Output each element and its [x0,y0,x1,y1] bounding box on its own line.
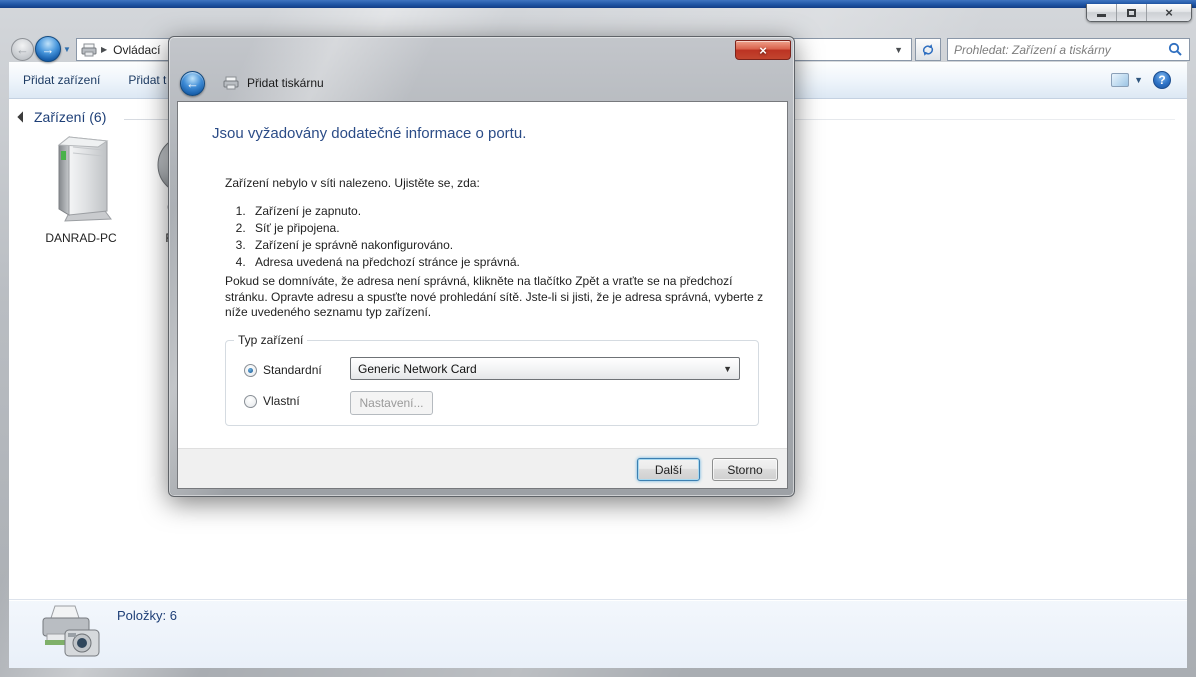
printer-breadcrumb-icon [81,43,97,56]
settings-button: Nastavení... [350,391,433,415]
search-box[interactable] [947,38,1190,61]
dialog-heading: Jsou vyžadovány dodatečné informace o po… [212,125,527,142]
devices-group-label: Zařízení (6) [34,109,107,125]
maximize-icon [1127,8,1136,17]
dialog-close-button[interactable]: × [735,40,791,60]
search-input[interactable] [954,42,1168,57]
toolbar-right-group: ▼ ? [1111,71,1187,89]
radio-standard[interactable] [244,363,257,377]
details-pane: Položky: 6 [9,599,1187,668]
dialog-close-icon: × [759,42,767,58]
printer-camera-icon [35,604,105,669]
address-dropdown-icon[interactable]: ▼ [894,45,907,55]
next-button[interactable]: Další [637,458,700,481]
collapse-triangle-icon [17,111,29,123]
dialog-body: Jsou vyžadovány dodatečné informace o po… [177,101,788,489]
device-type-combobox-value: Generic Network Card [358,361,477,376]
back-arrow-icon: ← [16,42,29,57]
minimize-button[interactable] [1087,4,1117,21]
close-button[interactable]: × [1147,4,1191,21]
refresh-button[interactable] [915,38,941,61]
dialog-footer: Další Storno [178,448,787,488]
radio-standard-row[interactable]: Standardní [244,363,322,377]
dialog-paragraph: Pokud se domníváte, že adresa není správ… [225,274,764,319]
dialog-back-arrow-icon: ← [186,75,199,91]
views-dropdown-icon: ▼ [1134,75,1143,85]
devices-group-header[interactable]: Zařízení (6) [17,109,107,125]
caption-button-group: × [1086,4,1192,22]
refresh-icon [922,43,934,56]
device-item-danrad-pc[interactable]: DANRAD-PC [33,133,129,245]
radio-standard-label[interactable]: Standardní [263,363,322,377]
device-label: DANRAD-PC [45,231,117,245]
back-button[interactable]: ← [11,38,34,61]
dialog-checklist: Zařízení je zapnuto. Síť je připojena. Z… [229,204,520,272]
device-type-combobox[interactable]: Generic Network Card ▼ [350,357,740,380]
item-count: Položky: 6 [117,608,177,623]
breadcrumb-item[interactable]: Ovládací [113,43,160,57]
add-printer-dialog: × ← Přidat tiskárnu Jsou vyžadovány doda… [168,36,795,497]
forward-arrow-icon: → [41,41,55,57]
checklist-item: Síť je připojena. [249,221,520,235]
window-top-edge [0,0,1196,8]
checklist-item: Zařízení je zapnuto. [249,204,520,218]
dialog-header: ← Přidat tiskárnu [169,65,794,101]
cancel-button[interactable]: Storno [712,458,778,481]
search-icon[interactable] [1168,42,1183,57]
toolbar-add-device[interactable]: Přidat zařízení [9,68,114,92]
change-view-button[interactable]: ▼ [1111,73,1143,87]
help-icon: ? [1158,73,1166,87]
dialog-back-button[interactable]: ← [180,70,205,96]
chevron-down-icon[interactable]: ▼ [723,364,732,374]
minimize-icon [1097,14,1106,17]
computer-tower-icon [57,135,112,222]
recent-pages-dropdown[interactable]: ▼ [63,45,71,54]
checklist-item: Zařízení je správně nakonfigurováno. [249,238,520,252]
device-type-groupbox: Typ zařízení Standardní Generic Network … [225,333,759,426]
radio-custom-row[interactable]: Vlastní [244,394,300,408]
dialog-intro-text: Zařízení nebylo v síti nalezeno. Ujistět… [225,176,480,190]
checklist-item: Adresa uvedená na předchozí stránce je s… [249,255,520,269]
help-button[interactable]: ? [1153,71,1171,89]
radio-custom[interactable] [244,394,257,408]
maximize-button[interactable] [1117,4,1147,21]
device-type-groupbox-label: Typ zařízení [234,333,308,347]
devices-and-printers-window: × ← → ▼ ▶ Ovládací ▼ Přida [0,0,1196,677]
views-icon [1111,73,1130,87]
dialog-title: Přidat tiskárnu [247,76,324,90]
forward-button[interactable]: → [35,36,61,62]
radio-custom-label[interactable]: Vlastní [263,394,300,408]
close-icon: × [1165,5,1173,20]
printer-title-icon [223,76,239,90]
breadcrumb-arrow-icon: ▶ [101,45,108,54]
